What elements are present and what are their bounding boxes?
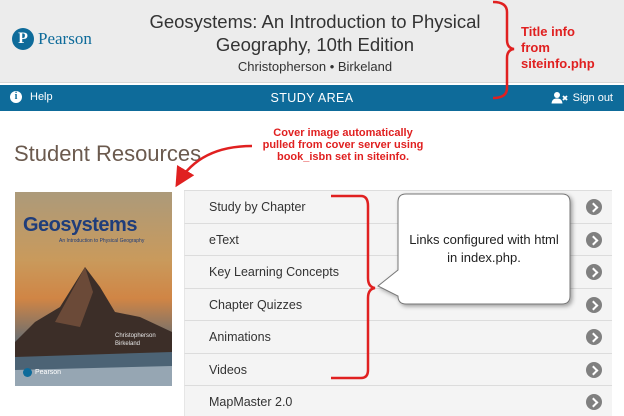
annotation-line: Title info — [521, 24, 575, 39]
title-info-annotation: Title info from siteinfo.php — [521, 24, 595, 72]
annotation-line: Cover image automatically — [273, 127, 413, 139]
title-info-brace — [492, 0, 515, 100]
annotation-line: siteinfo.php — [521, 56, 595, 71]
annotation-line: pulled from cover server using — [262, 139, 424, 151]
annotation-line: book_isbn set in siteinfo. — [276, 151, 410, 163]
cover-arrow — [175, 144, 253, 188]
links-brace — [331, 194, 376, 380]
annotation-line: from — [521, 40, 550, 55]
links-callout-text: Links configured with html in index.php. — [409, 232, 559, 265]
cover-annotation: Cover image automatically pulled from co… — [258, 127, 428, 163]
page: P Pearson Geosystems: An Introduction to… — [0, 0, 624, 416]
